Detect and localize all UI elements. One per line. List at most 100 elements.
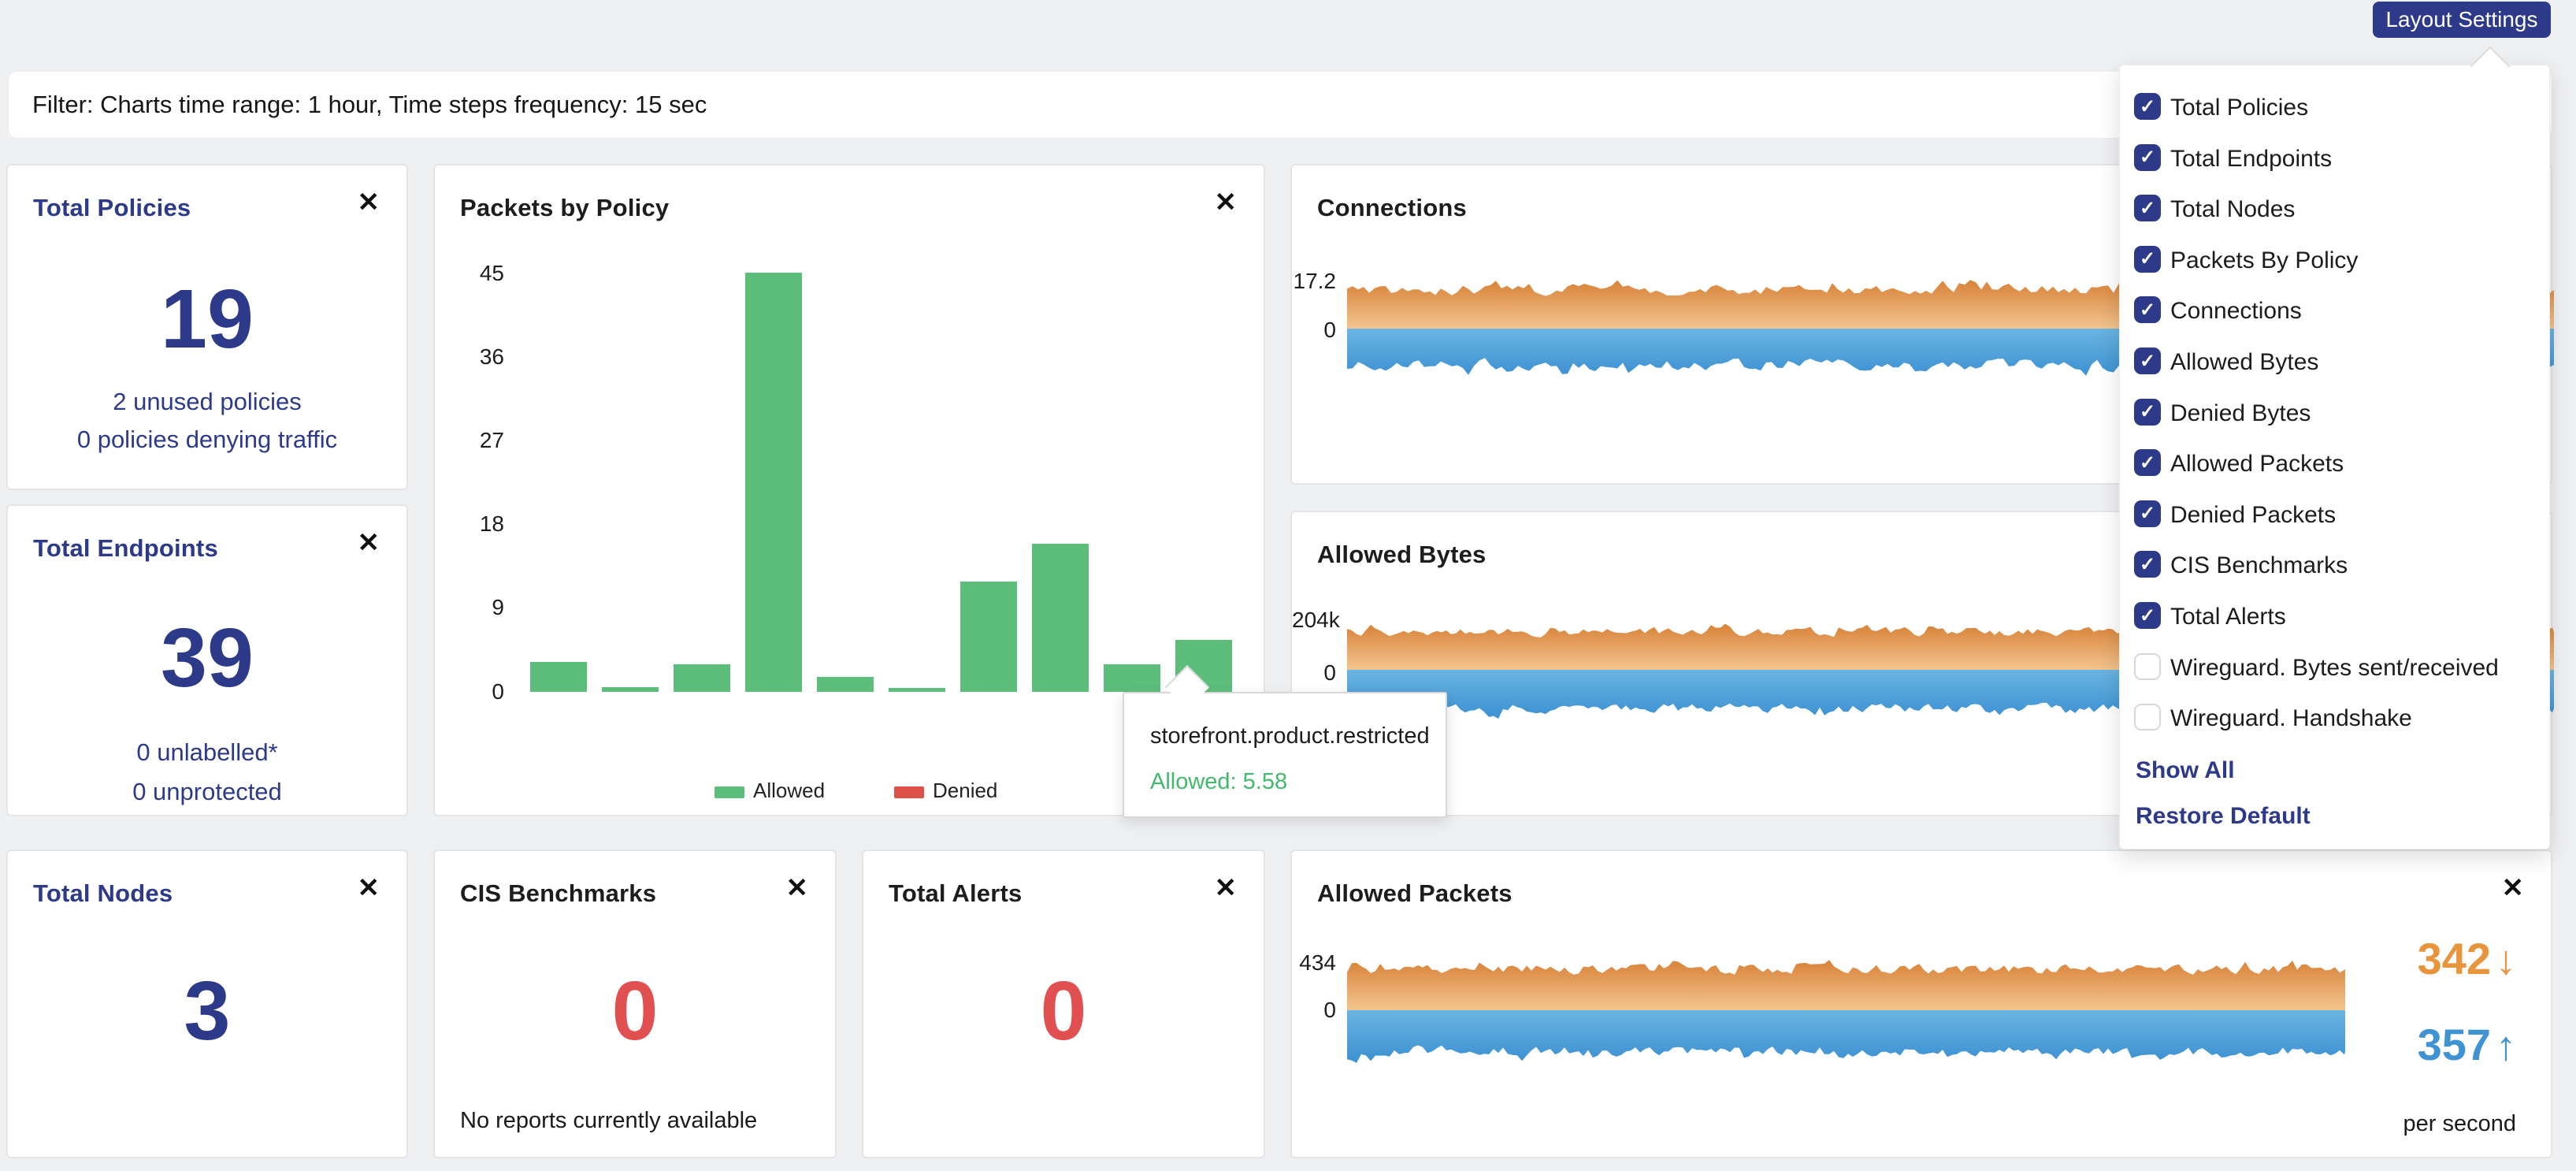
total-alerts-value: 0 xyxy=(863,969,1264,1053)
y-axis-max-label: 434 xyxy=(1292,950,1336,976)
bar-allowed-6[interactable] xyxy=(960,582,1017,692)
checkbox-checked-icon[interactable]: ✓ xyxy=(2134,602,2161,629)
checkbox-checked-icon[interactable]: ✓ xyxy=(2134,348,2161,374)
unlabelled-text: 0 unlabelled* xyxy=(8,738,406,767)
checkbox-checked-icon[interactable]: ✓ xyxy=(2134,93,2161,120)
close-icon[interactable]: ✕ xyxy=(358,189,380,216)
dropdown-item-label: Total Nodes xyxy=(2170,196,2295,223)
filter-text: Filter: Charts time range: 1 hour, Time … xyxy=(32,91,707,119)
card-title: Total Nodes xyxy=(33,879,173,908)
y-axis-tick-label: 9 xyxy=(454,595,504,620)
show-all-link[interactable]: Show All xyxy=(2136,757,2235,784)
dropdown-item-total-policies[interactable]: ✓ Total Policies xyxy=(2120,84,2549,134)
chart-tooltip: storefront.product.restricted Allowed: 5… xyxy=(1123,692,1447,818)
arrow-down-icon: ↓ xyxy=(2496,938,2516,983)
allowed-packets-stream-chart xyxy=(1347,954,2345,1087)
card-title: Total Policies xyxy=(33,194,191,222)
checkbox-unchecked-icon[interactable] xyxy=(2134,704,2161,730)
card-title: Allowed Packets xyxy=(1317,879,1513,908)
layout-settings-button-label: Layout Settings xyxy=(2385,7,2537,32)
dropdown-item-label: Connections xyxy=(2170,298,2302,325)
checkbox-checked-icon[interactable]: ✓ xyxy=(2134,144,2161,171)
close-icon[interactable]: ✕ xyxy=(1215,875,1238,901)
card-title: CIS Benchmarks xyxy=(460,879,656,908)
y-axis-zero-label: 0 xyxy=(1292,318,1336,343)
close-icon[interactable]: ✕ xyxy=(358,530,380,556)
bar-allowed-1[interactable] xyxy=(602,687,659,692)
close-icon[interactable]: ✕ xyxy=(2502,875,2525,901)
dropdown-item-allowed-packets[interactable]: ✓ Allowed Packets xyxy=(2120,440,2549,490)
y-axis-tick-label: 27 xyxy=(454,428,504,453)
layout-settings-button[interactable]: Layout Settings xyxy=(2373,2,2551,38)
dropdown-item-total-alerts[interactable]: ✓ Total Alerts xyxy=(2120,593,2549,643)
dropdown-arrow xyxy=(2470,46,2511,87)
dropdown-item-allowed-bytes[interactable]: ✓ Allowed Bytes xyxy=(2120,338,2549,388)
arrow-up-icon: ↑ xyxy=(2496,1024,2516,1069)
checkbox-checked-icon[interactable]: ✓ xyxy=(2134,246,2161,273)
y-axis-tick-label: 36 xyxy=(454,344,504,370)
layout-settings-dropdown: ✓ Total Policies ✓ Total Endpoints ✓ Total No… xyxy=(2119,65,2550,849)
dropdown-item-total-endpoints[interactable]: ✓ Total Endpoints xyxy=(2120,135,2549,185)
packets-sent-rate: 357↑ xyxy=(2418,1019,2516,1070)
legend-swatch-denied xyxy=(894,786,924,798)
y-axis-max-label: 17.2 xyxy=(1292,269,1336,294)
unprotected-text: 0 unprotected xyxy=(8,778,406,806)
close-icon[interactable]: ✕ xyxy=(358,875,380,901)
dropdown-item-denied-bytes[interactable]: ✓ Denied Bytes xyxy=(2120,389,2549,440)
cis-no-reports-text: No reports currently available xyxy=(460,1108,757,1134)
bar-allowed-3[interactable] xyxy=(745,273,802,692)
checkbox-unchecked-icon[interactable] xyxy=(2134,653,2161,680)
checkbox-checked-icon[interactable]: ✓ xyxy=(2134,296,2161,323)
y-axis-tick-label: 18 xyxy=(454,511,504,537)
card-title: Total Alerts xyxy=(889,879,1022,908)
y-axis-tick-label: 45 xyxy=(454,261,504,286)
restore-default-link[interactable]: Restore Default xyxy=(2136,803,2311,830)
bar-allowed-2[interactable] xyxy=(674,664,730,692)
dropdown-item-cis-benchmarks[interactable]: ✓CIS Benchmarks xyxy=(2120,541,2549,592)
legend-swatch-allowed xyxy=(715,786,744,798)
checkbox-checked-icon[interactable]: ✓ xyxy=(2134,449,2161,476)
total-policies-value: 19 xyxy=(8,277,406,361)
legend-label-denied: Denied xyxy=(933,779,997,803)
dropdown-item-wireguard-handshake[interactable]: Wireguard. Handshake xyxy=(2120,694,2549,745)
checkbox-checked-icon[interactable]: ✓ xyxy=(2134,399,2161,426)
card-cis-benchmarks: CIS Benchmarks ✕ 0 No reports currently … xyxy=(433,849,837,1158)
dropdown-item-label: Denied Packets xyxy=(2170,502,2336,529)
dropdown-item-denied-packets[interactable]: ✓ Denied Packets xyxy=(2120,491,2549,541)
dropdown-item-label: Allowed Bytes xyxy=(2170,349,2318,376)
y-axis-zero-label: 0 xyxy=(1292,660,1336,686)
checkbox-checked-icon[interactable]: ✓ xyxy=(2134,500,2161,527)
dropdown-item-label: Wireguard. Handshake xyxy=(2170,705,2412,732)
dropdown-item-label: Total Alerts xyxy=(2170,604,2286,630)
card-total-nodes: Total Nodes ✕ 3 xyxy=(6,849,408,1158)
close-icon[interactable]: ✕ xyxy=(786,875,809,901)
denying-policies-text: 0 policies denying traffic xyxy=(8,426,406,454)
area-above-zero xyxy=(1347,960,2345,1010)
bar-allowed-7[interactable] xyxy=(1032,544,1089,692)
dropdown-item-wireguard-bytes-sent-received[interactable]: Wireguard. Bytes sent/received xyxy=(2120,644,2549,694)
card-total-alerts: Total Alerts ✕ 0 xyxy=(862,849,1265,1158)
bar-allowed-0[interactable] xyxy=(530,662,587,692)
dropdown-item-label: Total Endpoints xyxy=(2170,146,2332,173)
packets-received-rate: 342↓ xyxy=(2418,933,2516,984)
card-title: Total Endpoints xyxy=(33,534,218,563)
area-below-zero xyxy=(1347,1010,2345,1063)
dropdown-item-label: Total Policies xyxy=(2170,95,2308,121)
dropdown-item-packets-by-policy[interactable]: ✓Packets By Policy xyxy=(2120,236,2549,287)
bar-allowed-4[interactable] xyxy=(817,677,874,692)
dropdown-item-label: Allowed Packets xyxy=(2170,451,2344,478)
total-nodes-value: 3 xyxy=(8,969,406,1053)
bar-allowed-5[interactable] xyxy=(889,688,945,692)
dropdown-item-total-nodes[interactable]: ✓ Total Nodes xyxy=(2120,185,2549,236)
dropdown-item-label: Denied Bytes xyxy=(2170,400,2311,427)
unused-policies-text: 2 unused policies xyxy=(8,388,406,416)
card-total-policies: Total Policies ✕ 19 2 unused policies 0 … xyxy=(6,164,408,490)
bar-allowed-8[interactable] xyxy=(1104,664,1160,692)
y-axis-tick-label: 0 xyxy=(454,679,504,704)
checkbox-checked-icon[interactable]: ✓ xyxy=(2134,551,2161,578)
y-axis-zero-label: 0 xyxy=(1292,998,1336,1023)
checkbox-checked-icon[interactable]: ✓ xyxy=(2134,195,2161,221)
dropdown-item-connections[interactable]: ✓ Connections xyxy=(2120,287,2549,337)
y-axis-max-label: 204k xyxy=(1292,608,1336,633)
card-total-endpoints: Total Endpoints ✕ 39 0 unlabelled* 0 unp… xyxy=(6,504,408,816)
